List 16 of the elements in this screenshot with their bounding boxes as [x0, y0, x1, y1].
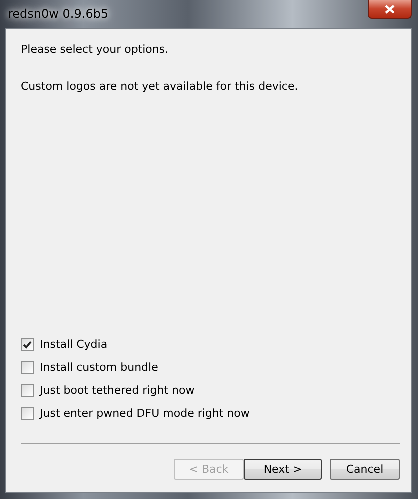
close-button[interactable]: [368, 0, 412, 19]
window-title: redsn0w 0.9.6b5: [8, 7, 109, 21]
checkbox[interactable]: [21, 338, 34, 351]
close-icon: [385, 4, 395, 14]
dialog-button[interactable]: Next >: [244, 459, 322, 480]
option-label: Install Cydia: [40, 338, 108, 351]
dialog-button[interactable]: Cancel: [330, 459, 400, 480]
checkbox[interactable]: [21, 407, 34, 420]
message-text: Custom logos are not yet available for this device.: [21, 80, 300, 93]
checkbox[interactable]: [21, 384, 34, 397]
option-label: Install custom bundle: [40, 361, 158, 374]
check-icon: [23, 340, 32, 348]
option-label: Just boot tethered right now: [40, 384, 195, 397]
option-label: Just enter pwned DFU mode right now: [40, 407, 250, 420]
message-text: Please select your options.: [21, 43, 170, 56]
checkbox[interactable]: [21, 361, 34, 374]
